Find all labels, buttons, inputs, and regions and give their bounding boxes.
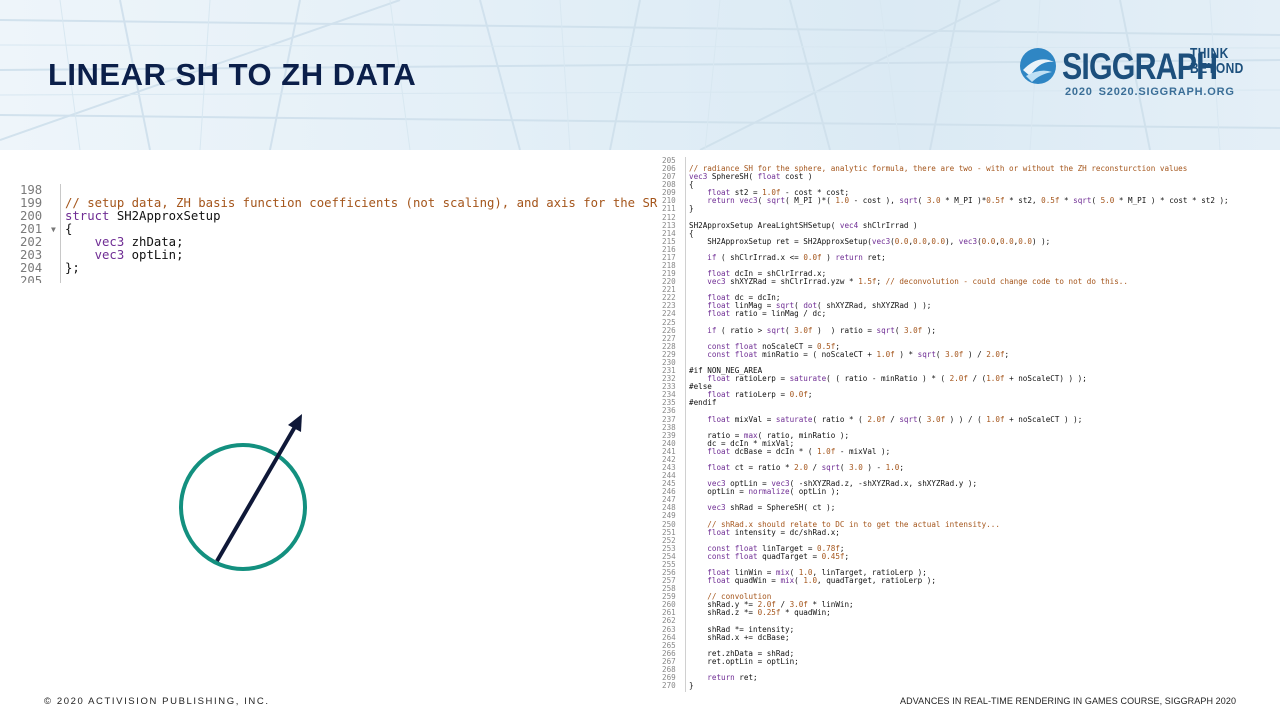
code-text: if ( shClrIrrad.x <= 0.0f ) return ret; bbox=[707, 252, 886, 262]
siggraph-logo: SIGGRAPH THINK BEYOND 2020 S2020.SIGGRAPH… bbox=[1018, 44, 1243, 104]
code-text: float ct = ratio * 2.0 / sqrt( 3.0 ) - 1… bbox=[707, 462, 904, 472]
code-line: 203 vec3 optLin; bbox=[20, 249, 660, 262]
code-line: 235 #endif bbox=[662, 399, 1278, 407]
code-line: 200 struct SH2ApproxSetup bbox=[20, 210, 660, 223]
line-number: 205 bbox=[20, 274, 43, 284]
code-text: SH2ApproxSetup AreaLightSHSetup( vec4 sh… bbox=[689, 220, 918, 230]
code-line: 229 const float minRatio = ( noScaleCT +… bbox=[662, 349, 1278, 359]
code-text: vec3 shXYZRad = shClrIrrad.yzw * 1.5f; /… bbox=[707, 277, 1128, 287]
code-line: 269 return ret; bbox=[662, 673, 1278, 682]
code-line: 232 float ratioLerp = saturate( ( ratio … bbox=[662, 375, 1278, 383]
code-text: }; bbox=[65, 261, 80, 275]
code-line: 257 float quadWin = mix( 1.0, quadTarget… bbox=[662, 576, 1278, 586]
code-line: 248 vec3 shRad = SphereSH( ct ); bbox=[662, 504, 1278, 512]
code-text: } bbox=[689, 681, 694, 691]
code-text: struct SH2ApproxSetup bbox=[65, 209, 221, 223]
line-number: 270 bbox=[662, 681, 676, 691]
code-line: 261 shRad.z *= 0.25f * quadWin; bbox=[662, 609, 1278, 617]
code-line: 254 const float quadTarget = 0.45f; bbox=[662, 551, 1278, 561]
header-banner: LINEAR SH TO ZH DATA SIGGRAPH THINK BEYO… bbox=[0, 0, 1280, 150]
code-line: 205 bbox=[20, 274, 660, 284]
code-text: return ret; bbox=[707, 673, 758, 682]
code-line: 224 float ratio = linMag / dc; bbox=[662, 310, 1278, 318]
code-text: return vec3( sqrt( M_PI )*( 1.0 - cost )… bbox=[707, 196, 1229, 206]
logo-beyond-text: BEYOND bbox=[1190, 60, 1244, 77]
logo-year: 2020 bbox=[1065, 86, 1093, 98]
code-line: 211} bbox=[662, 205, 1278, 213]
code-text: float quadWin = mix( 1.0, quadTarget, ra… bbox=[707, 576, 936, 586]
code-text: #endif bbox=[689, 398, 717, 408]
code-text: shRad.x += dcBase; bbox=[689, 632, 790, 642]
code-line: 220 vec3 shXYZRad = shClrIrrad.yzw * 1.5… bbox=[662, 278, 1278, 286]
code-line: 241 float dcBase = dcIn * ( 1.0f - mixVa… bbox=[662, 446, 1278, 456]
code-line: 270} bbox=[662, 681, 1278, 691]
code-text: float ratio = linMag / dc; bbox=[707, 309, 827, 319]
logo-think-text: THINK bbox=[1190, 45, 1229, 62]
code-line: 204}; bbox=[20, 262, 660, 275]
code-text: optLin = normalize( optLin ); bbox=[689, 487, 840, 497]
code-text: vec3 shRad = SphereSH( ct ); bbox=[707, 503, 836, 513]
sphere-circle bbox=[179, 443, 307, 571]
slide-title: LINEAR SH TO ZH DATA bbox=[48, 57, 417, 92]
code-line: 226 if ( ratio > sqrt( 3.0f ) ) ratio = … bbox=[662, 325, 1278, 335]
siggraph-swirl-icon bbox=[1020, 48, 1056, 84]
code-text: float dcBase = dcIn * ( 1.0f - mixVal ); bbox=[707, 446, 891, 456]
course-footer: ADVANCES IN REAL-TIME RENDERING IN GAMES… bbox=[900, 696, 1237, 706]
sh-lobe-diagram bbox=[179, 414, 307, 571]
code-text: if ( ratio > sqrt( 3.0f ) ) ratio = sqrt… bbox=[707, 325, 936, 335]
code-text: ret.optLin = optLin; bbox=[689, 656, 799, 666]
code-line: 215 SH2ApproxSetup ret = SH2ApproxSetup(… bbox=[662, 236, 1278, 246]
logo-subline: 2020 S2020.SIGGRAPH.ORG bbox=[1065, 86, 1235, 98]
fold-toggle-icon[interactable]: ▼ bbox=[51, 223, 56, 236]
code-text: } bbox=[689, 204, 694, 214]
code-text: float ratioLerp = saturate( ( ratio - mi… bbox=[707, 374, 1087, 384]
code-text: vec3 optLin; bbox=[94, 248, 184, 262]
code-text: float mixVal = saturate( ratio * ( 2.0f … bbox=[707, 414, 1083, 424]
code-line: 237 float mixVal = saturate( ratio * ( 2… bbox=[662, 414, 1278, 424]
code-line: 210 return vec3( sqrt( M_PI )*( 1.0 - co… bbox=[662, 197, 1278, 205]
logo-url: S2020.SIGGRAPH.ORG bbox=[1098, 86, 1235, 98]
code-text: const float quadTarget = 0.45f; bbox=[707, 551, 850, 561]
code-text: SH2ApproxSetup ret = SH2ApproxSetup(vec3… bbox=[689, 236, 1051, 246]
code-line: 213 SH2ApproxSetup AreaLightSHSetup( vec4… bbox=[662, 220, 1278, 230]
code-line: 267 ret.optLin = optLin; bbox=[662, 656, 1278, 666]
logo-tagline: THINK BEYOND bbox=[1190, 46, 1244, 76]
code-listing-area-light-setup: 205 206// radiance SH for the sphere, ana… bbox=[662, 157, 1278, 692]
code-line: 207 vec3 SphereSH( float cost ) bbox=[662, 173, 1278, 181]
code-line: 246 optLin = normalize( optLin ); bbox=[662, 488, 1278, 496]
code-text: vec3 SphereSH( float cost ) bbox=[689, 172, 813, 182]
code-text: shRad.z *= 0.25f * quadWin; bbox=[689, 608, 831, 618]
code-line: 251 float intensity = dc/shRad.x; bbox=[662, 527, 1278, 537]
code-line: 243 float ct = ratio * 2.0 / sqrt( 3.0 )… bbox=[662, 462, 1278, 472]
code-snippet-struct: 198 199// setup data, ZH basis function c… bbox=[20, 184, 660, 283]
copyright-footer: © 2020 ACTIVISION PUBLISHING, INC. bbox=[44, 696, 270, 707]
code-text: const float minRatio = ( noScaleCT + 1.0… bbox=[707, 349, 1010, 359]
code-text: float intensity = dc/shRad.x; bbox=[707, 527, 840, 537]
code-line: 234 float ratioLerp = 0.0f; bbox=[662, 391, 1278, 399]
code-line: 217 if ( shClrIrrad.x <= 0.0f ) return r… bbox=[662, 252, 1278, 262]
code-line: 264 shRad.x += dcBase; bbox=[662, 632, 1278, 642]
